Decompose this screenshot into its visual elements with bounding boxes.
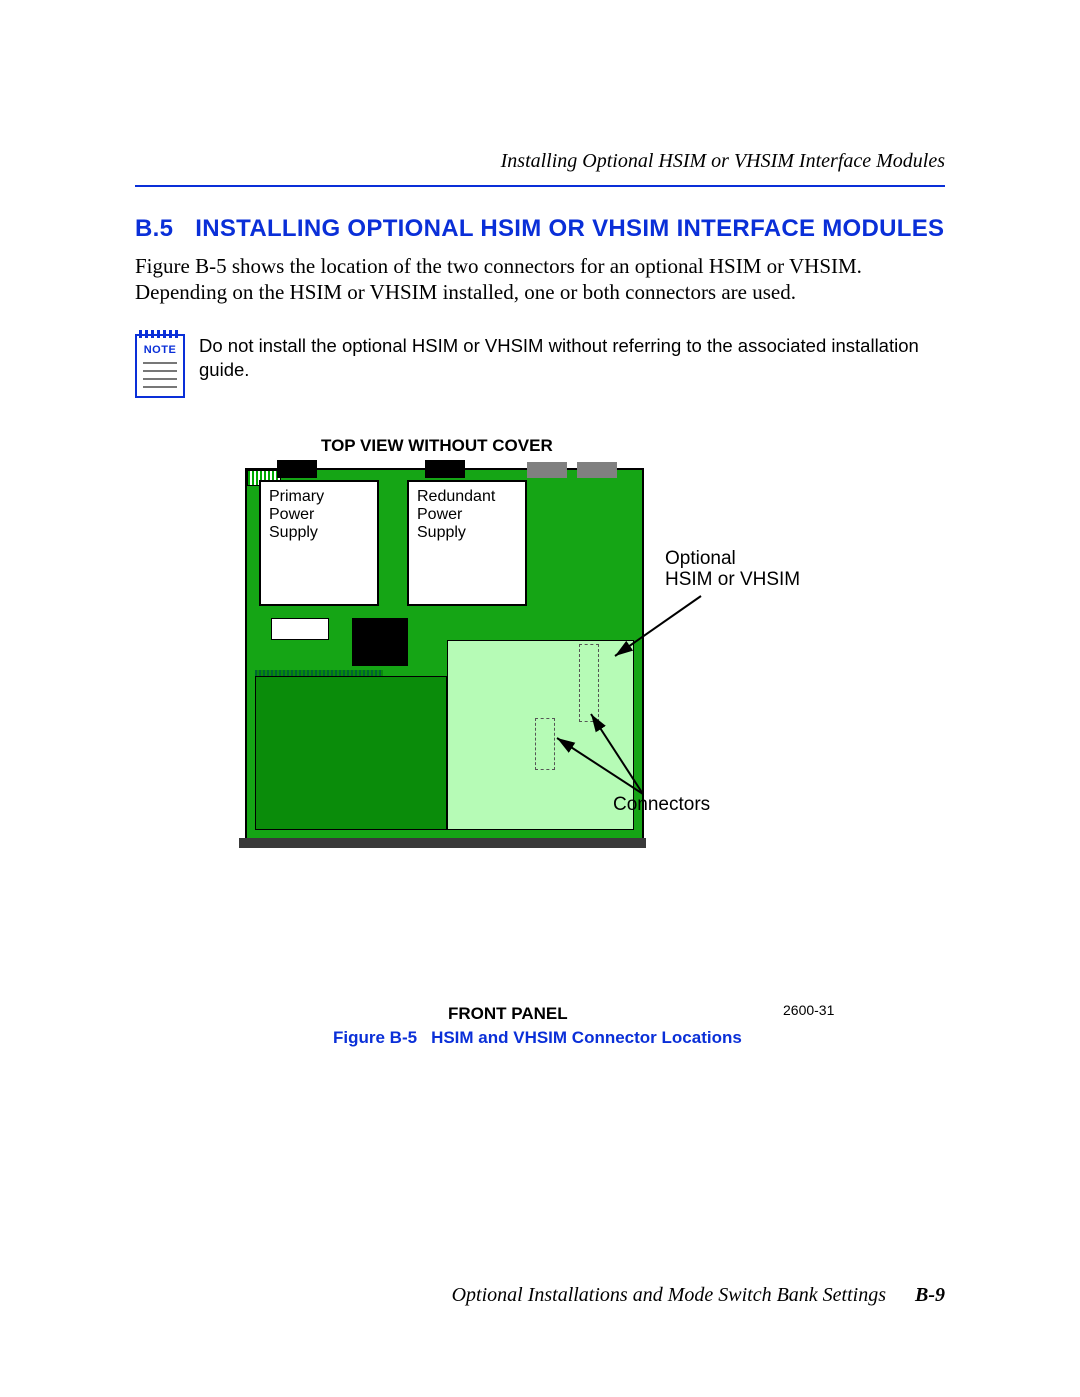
section-title-text: INSTALLING OPTIONAL HSIM OR VHSIM INTERF… [195,215,944,242]
figure-bottom-label: FRONT PANEL [448,1004,568,1024]
footer-text: Optional Installations and Mode Switch B… [452,1284,886,1306]
page-footer: Optional Installations and Mode Switch B… [452,1284,945,1307]
header-rule [135,185,945,187]
note-block: NOTE Do not install the optional HSIM or… [135,334,945,398]
connector-1 [535,718,555,770]
connector-2 [579,644,599,722]
figure-code: 2600-31 [783,1002,834,1018]
section-number: B.5 [135,215,173,242]
psu-primary: Primary Power Supply [259,480,379,606]
callout-optional: Optional HSIM or VHSIM [665,548,800,592]
section-heading: B.5 INSTALLING OPTIONAL HSIM OR VHSIM INT… [135,215,945,243]
callout-connectors: Connectors [613,794,710,816]
figure-top-label: TOP VIEW WITHOUT COVER [321,436,553,456]
figure-caption: Figure B-5 HSIM and VHSIM Connector Locat… [333,1028,742,1048]
figure-caption-lead: Figure B-5 [333,1028,417,1047]
board-diagram: Primary Power Supply Redundant Power Sup… [245,468,644,840]
note-icon-label: NOTE [137,344,183,356]
running-head: Installing Optional HSIM or VHSIM Interf… [135,150,945,173]
figure-caption-text: HSIM and VHSIM Connector Locations [431,1028,742,1047]
psu-redundant: Redundant Power Supply [407,480,527,606]
figure: TOP VIEW WITHOUT COVER Primary Power Sup… [245,436,945,1048]
note-icon: NOTE [135,334,185,398]
body-paragraph: Figure B-5 shows the location of the two… [135,253,945,306]
note-text: Do not install the optional HSIM or VHSI… [199,334,945,384]
footer-page-number: B-9 [915,1284,945,1306]
